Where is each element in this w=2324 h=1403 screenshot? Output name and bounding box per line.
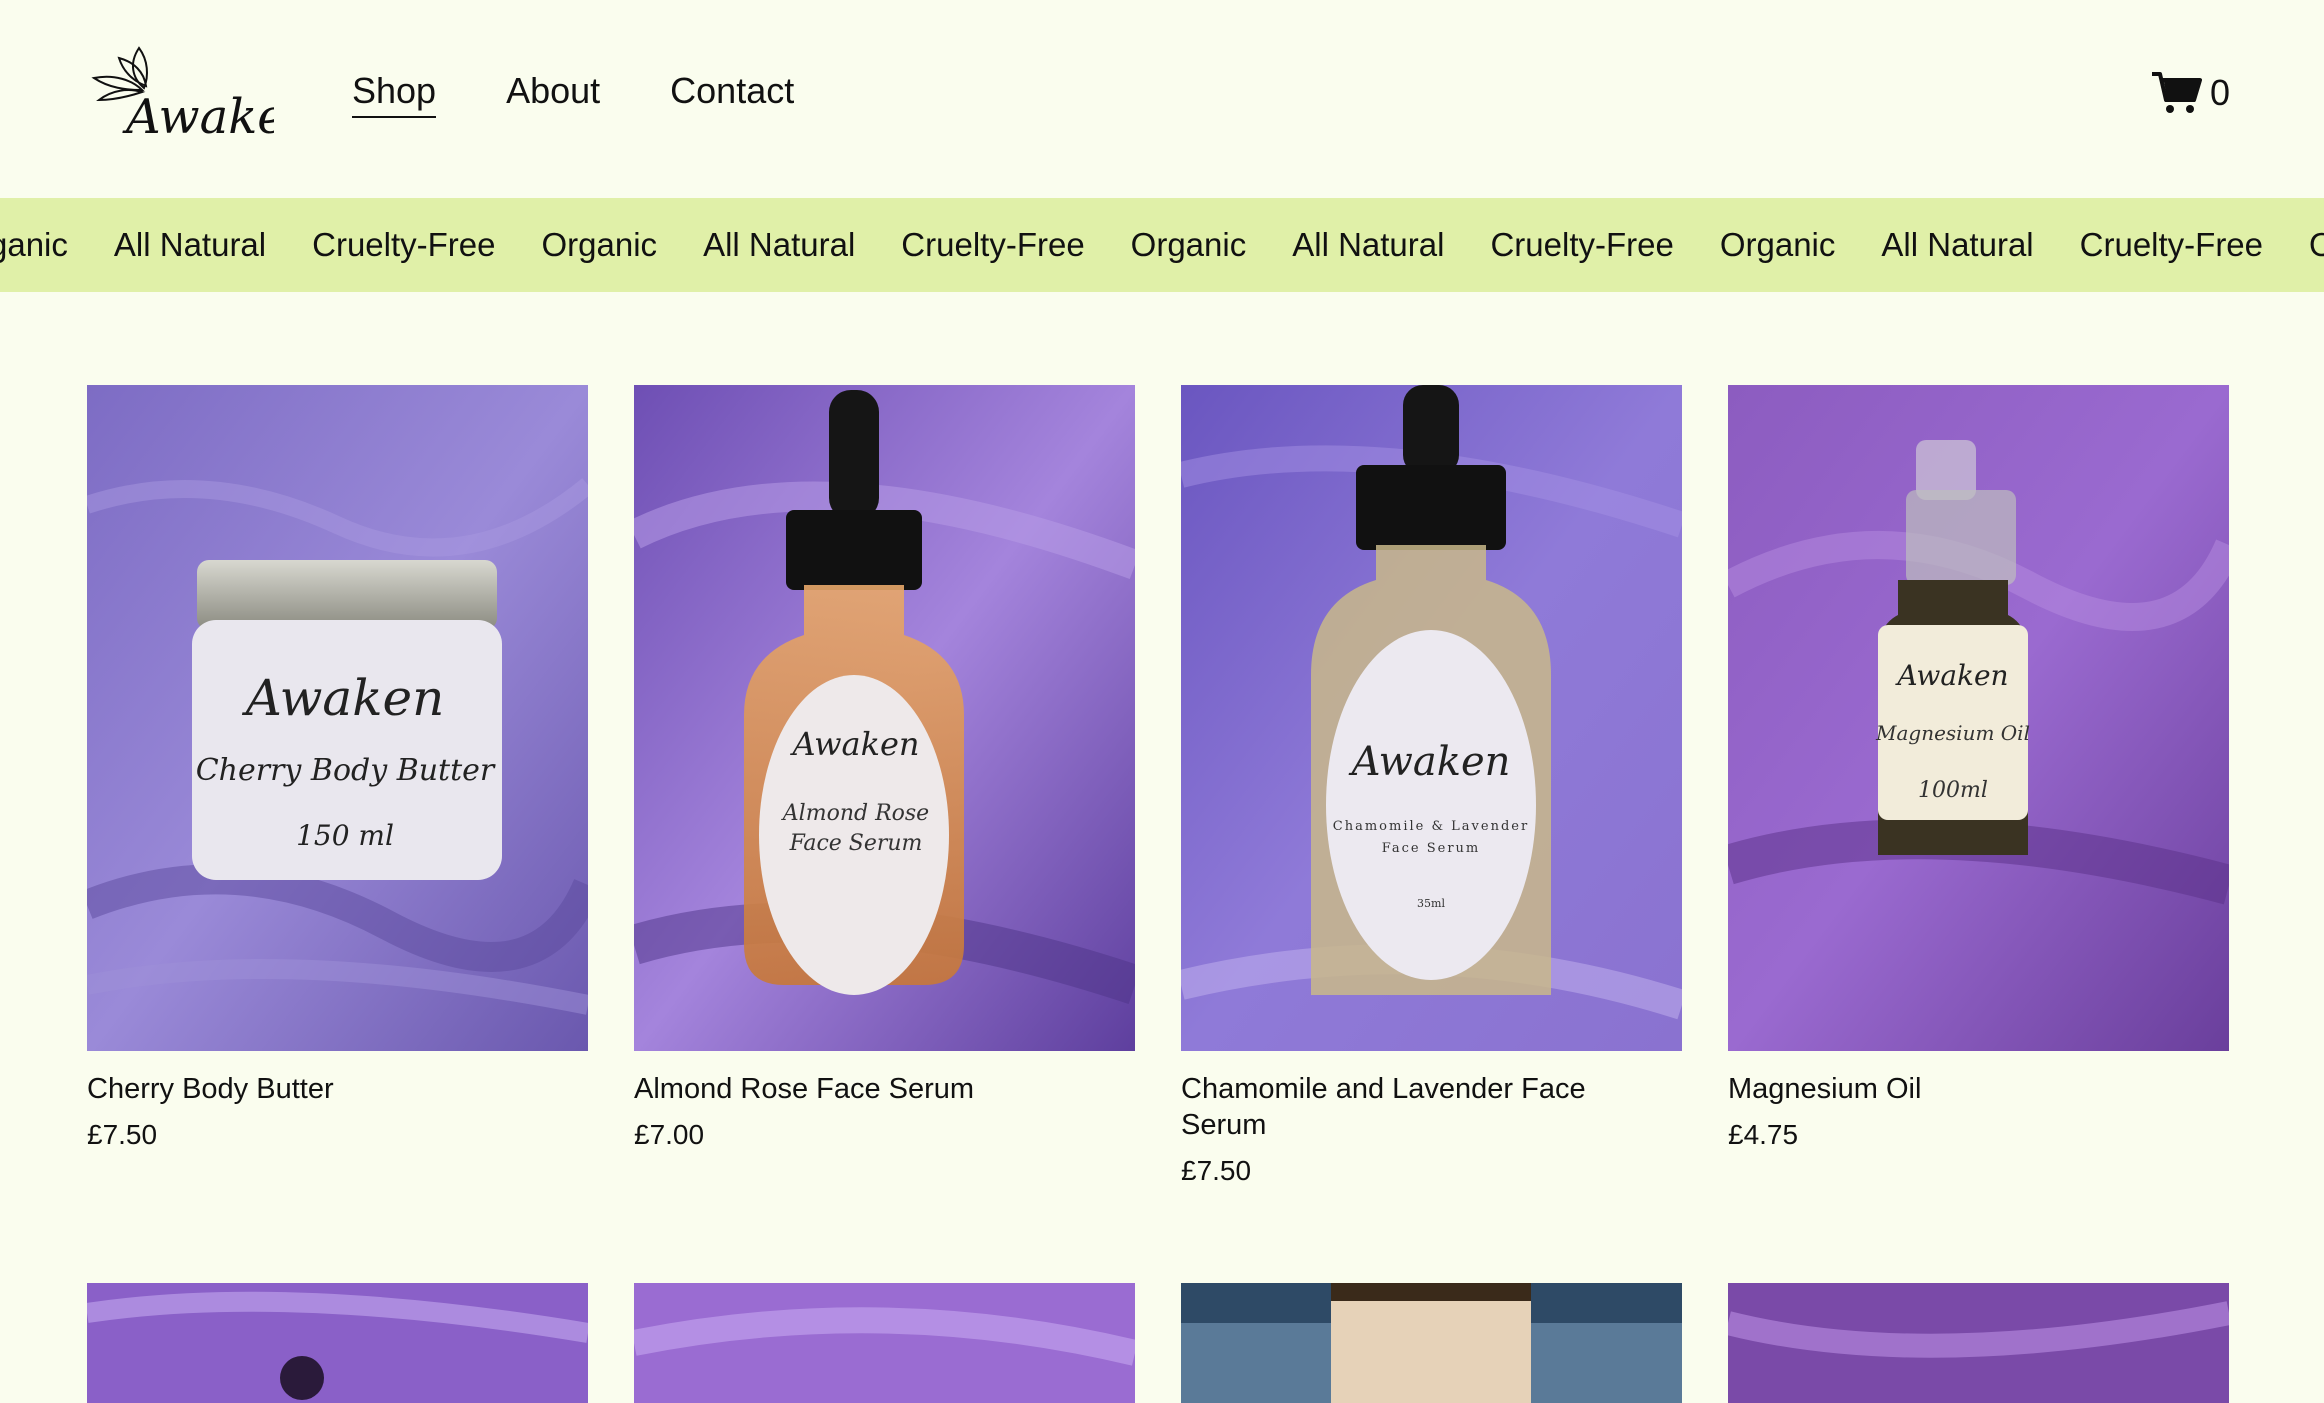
nav-shop[interactable]: Shop [352,70,437,118]
label-text: Chamomile & Lavender [1333,819,1529,834]
label-text: Awaken [789,725,919,763]
main-nav: Shop About Contact [352,70,794,118]
label-text: Awaken [1894,659,2008,692]
banner-item: Cruelty-Free [2079,226,2264,263]
product-name[interactable]: Almond Rose Face Serum [634,1071,1074,1107]
banner-item: Or [2309,226,2324,263]
product-image[interactable]: Awaken Magnesium Oil 100ml [1728,385,2229,1051]
nav-contact[interactable]: Contact [670,70,794,118]
cart-icon [2151,72,2202,113]
product-price: £7.50 [87,1119,158,1150]
product-card[interactable] [87,1283,588,1403]
label-text: Face Serum [789,831,923,856]
banner-item: Organic [1719,226,1836,263]
site-header: Awaken Shop About Contact 0 [0,0,2324,198]
product-card[interactable]: Awaken Magnesium Oil 100ml Magnesium Oil… [1728,385,2229,1151]
cart-count: 0 [2209,72,2230,113]
product-card[interactable]: Awaken Cherry Body Butter 150 ml Cherry … [87,385,588,1151]
banner-ticker: rganic All Natural Cruelty-Free Organic … [0,198,2324,292]
label-text: Cherry Body Butter [196,753,496,788]
label-text: Almond Rose [781,801,929,826]
cart-button[interactable]: 0 [2150,70,2230,116]
product-image[interactable]: Awaken Chamomile & Lavender Face Serum 3… [1181,385,1682,1051]
label-text: Face Serum [1382,841,1481,856]
banner-item: Cruelty-Free [901,226,1085,263]
product-price: £4.75 [1728,1119,1799,1150]
product-price: £7.50 [1181,1155,1252,1186]
product-image[interactable]: Awaken Cherry Body Butter 150 ml [87,385,588,1051]
label-text: Magnesium Oil [1875,721,2030,745]
product-card[interactable] [1181,1283,1682,1403]
product-image[interactable] [1728,1283,2229,1403]
banner-item: All Natural [1292,226,1445,263]
banner-item: Organic [541,226,658,263]
product-name[interactable]: Cherry Body Butter [87,1071,527,1107]
brand-logo[interactable]: Awaken [84,38,317,158]
product-card[interactable]: Awaken Almond Rose Face Serum Almond Ros… [634,385,1135,1151]
nav-about[interactable]: About [506,70,600,118]
product-card[interactable] [1728,1283,2229,1403]
product-name[interactable]: Chamomile and Lavender Face Serum [1181,1071,1621,1143]
banner-item: Cruelty-Free [1490,226,1674,263]
label-text: 150 ml [296,819,394,852]
label-text: Awaken [1348,739,1511,785]
banner-item: rganic [0,226,68,263]
product-card[interactable]: Awaken Chamomile & Lavender Face Serum 3… [1181,385,1682,1187]
logo-text: Awaken [122,89,274,145]
banner-item: All Natural [1881,226,2034,263]
product-name[interactable]: Magnesium Oil [1728,1071,2168,1107]
leaf-logo-icon: Awaken [91,46,317,145]
banner-item: All Natural [113,226,267,263]
banner-item: Organic [1130,226,1247,263]
product-image[interactable]: Awaken Almond Rose Face Serum [634,385,1135,1051]
announcement-banner: rganic All Natural Cruelty-Free Organic … [0,198,2324,292]
product-image[interactable] [1181,1283,1682,1403]
label-text: Awaken [242,669,445,727]
product-image[interactable] [87,1283,588,1403]
product-price: £7.00 [634,1119,705,1150]
label-text: 100ml [1918,778,1988,803]
banner-item: Cruelty-Free [312,226,496,263]
product-image[interactable] [634,1283,1135,1403]
product-card[interactable] [634,1283,1135,1403]
banner-item: All Natural [703,226,856,263]
label-text: 35ml [1417,897,1445,910]
